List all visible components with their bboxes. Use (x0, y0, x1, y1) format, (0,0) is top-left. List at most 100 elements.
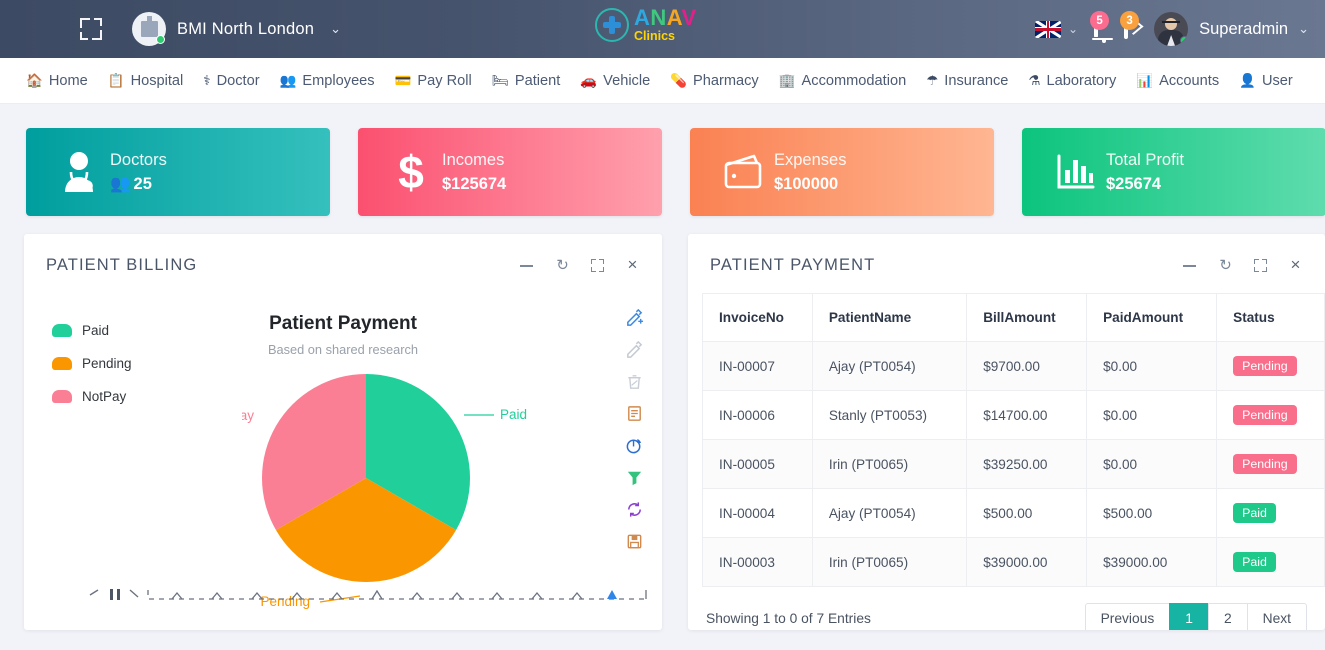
logo-subtitle: Clinics (634, 29, 675, 43)
avatar[interactable] (1154, 12, 1189, 46)
nav-item-accommodation[interactable]: 🏢 Accommodation (769, 73, 916, 89)
pagination-page-2[interactable]: 2 (1207, 603, 1248, 630)
table-row[interactable]: IN-00003 Irin (PT0065) $39000.00 $39000.00 P… (702, 537, 1325, 587)
stat-card-doctors[interactable]: Doctors 👥 25 (26, 128, 330, 216)
nav-item-user[interactable]: 👤 User (1229, 73, 1303, 89)
nav-item-vehicle[interactable]: 🚗 Vehicle (570, 73, 660, 89)
hospital-chevron-down-icon[interactable]: ⌄ (330, 21, 341, 37)
trash-icon[interactable] (624, 371, 644, 391)
pagination: Previous 1 2 Next (1084, 603, 1307, 630)
close-icon[interactable]: × (1288, 256, 1303, 273)
hospital-building-icon (140, 16, 158, 37)
cell-patient: Irin (PT0065) (811, 439, 968, 489)
table-row[interactable]: IN-00005 Irin (PT0065) $39250.00 $0.00 Pendi… (702, 439, 1325, 489)
nav-icon: ⚗ (1028, 72, 1041, 88)
stat-card-total-profit[interactable]: Total Profit $25674 (1022, 128, 1325, 216)
nav-item-hospital[interactable]: 📋 Hospital (98, 73, 194, 89)
stat-card-value: $125674 (442, 174, 507, 193)
save-disk-icon[interactable] (624, 531, 644, 551)
nav-icon: 📋 (107, 72, 125, 88)
nav-item-pharmacy[interactable]: 💊 Pharmacy (660, 73, 769, 89)
cell-patient: Irin (PT0065) (811, 537, 968, 587)
pie-graphic: PaidPendingNotPay (210, 360, 602, 615)
messages-button[interactable]: 3 (1120, 11, 1140, 39)
stat-card-incomes[interactable]: $ Incomes $125674 (358, 128, 662, 216)
pie-chart-icon[interactable] (624, 435, 644, 455)
chart-title-block: Patient Payment Based on shared research (24, 313, 662, 357)
nav-item-employees[interactable]: 👥 Employees (270, 73, 385, 89)
table-row[interactable]: IN-00004 Ajay (PT0054) $500.00 $500.00 Paid (702, 488, 1325, 538)
language-chevron-down-icon[interactable]: ⌄ (1068, 22, 1078, 36)
patient-payment-pie-chart: Paid Pending NotPay Patient Payment Based … (24, 275, 662, 609)
close-icon[interactable]: × (625, 256, 640, 273)
user-online-dot (1180, 36, 1189, 45)
minimize-icon[interactable] (1183, 258, 1198, 273)
pencil-edit-icon[interactable] (624, 339, 644, 359)
funnel-icon[interactable] (624, 467, 644, 487)
chart-timeline-scrubber[interactable] (24, 587, 662, 613)
header-actions: ⌄ 5 3 Superadmin ⌄ (1035, 11, 1309, 46)
refresh-cycle-icon[interactable] (624, 499, 644, 519)
nav-item-laboratory[interactable]: ⚗ Laboratory (1018, 73, 1126, 89)
table-row[interactable]: IN-00007 Ajay (PT0054) $9700.00 $0.00 Pendin… (702, 341, 1325, 391)
pagination-previous-button[interactable]: Previous (1084, 603, 1171, 630)
stat-card-title: Expenses (774, 150, 847, 169)
uk-flag-icon[interactable] (1035, 20, 1062, 38)
stat-card-expenses[interactable]: Expenses $100000 (690, 128, 994, 216)
nav-item-insurance[interactable]: ☂ Insurance (916, 73, 1018, 89)
status-badge: Pending (1233, 454, 1297, 474)
nav-item-pay-roll[interactable]: 💳 Pay Roll (385, 73, 482, 89)
logo-letter-3: A (666, 5, 682, 30)
dashboard-panels: PATIENT BILLING ↻ × Paid Pending NotPay Pa… (0, 216, 1325, 630)
legend-label: Pending (82, 356, 132, 371)
nav-item-label: User (1261, 72, 1293, 89)
pie-label-notpay: NotPay (242, 408, 254, 423)
expand-icon[interactable] (1253, 258, 1268, 273)
stat-card-value: $100000 (774, 174, 839, 193)
expand-icon[interactable] (590, 258, 605, 273)
hamburger-icon[interactable] (26, 19, 52, 39)
column-header-billamount[interactable]: BillAmount (966, 293, 1088, 342)
wallet-icon (712, 152, 774, 192)
nav-item-patient[interactable]: 🛏 Patient (482, 73, 571, 89)
column-header-status[interactable]: Status (1216, 293, 1325, 342)
stat-card-value: $25674 (1106, 174, 1162, 193)
nav-item-home[interactable]: 🏠 Home (16, 73, 98, 89)
cell-bill: $14700.00 (966, 390, 1088, 440)
document-icon[interactable] (624, 403, 644, 423)
nav-item-label: Accommodation (801, 72, 907, 89)
fullscreen-icon[interactable] (80, 18, 102, 40)
legend-item-pending[interactable]: Pending (52, 356, 132, 371)
minimize-icon[interactable] (520, 258, 535, 273)
cell-invoice: IN-00007 (702, 341, 813, 391)
column-header-paidamount[interactable]: PaidAmount (1086, 293, 1218, 342)
status-badge: Paid (1233, 503, 1276, 523)
table-row[interactable]: IN-00006 Stanly (PT0053) $14700.00 $0.00 Pen… (702, 390, 1325, 440)
legend-label: NotPay (82, 389, 127, 404)
notifications-button[interactable]: 5 (1090, 11, 1110, 38)
pencil-add-icon[interactable] (624, 307, 644, 327)
online-status-dot (156, 35, 165, 44)
refresh-icon[interactable]: ↻ (555, 258, 570, 273)
column-header-patientname[interactable]: PatientName (811, 293, 968, 342)
logo-letter-1: A (634, 5, 651, 30)
refresh-icon[interactable]: ↻ (1218, 258, 1233, 273)
pagination-page-1[interactable]: 1 (1169, 603, 1209, 630)
cell-paid: $39000.00 (1086, 537, 1218, 587)
cell-invoice: IN-00003 (702, 537, 813, 587)
user-name: Superadmin (1199, 19, 1289, 38)
hospital-name: BMI North London (177, 19, 315, 38)
legend-item-notpay[interactable]: NotPay (52, 389, 132, 404)
cell-paid: $0.00 (1086, 390, 1218, 440)
nav-item-accounts[interactable]: 📊 Accounts (1126, 73, 1229, 89)
hospital-avatar (132, 12, 166, 46)
cell-status: Pending (1216, 439, 1325, 489)
pagination-next-button[interactable]: Next (1246, 603, 1307, 630)
chart-toolbar (624, 307, 644, 551)
nav-item-doctor[interactable]: ⚕ Doctor (193, 73, 269, 89)
logo-letter-4: V (681, 5, 697, 30)
patient-billing-panel: PATIENT BILLING ↻ × Paid Pending NotPay Pa… (24, 234, 662, 630)
user-chevron-down-icon[interactable]: ⌄ (1298, 21, 1309, 37)
cell-bill: $500.00 (966, 488, 1088, 538)
column-header-invoiceno[interactable]: InvoiceNo (702, 293, 813, 342)
